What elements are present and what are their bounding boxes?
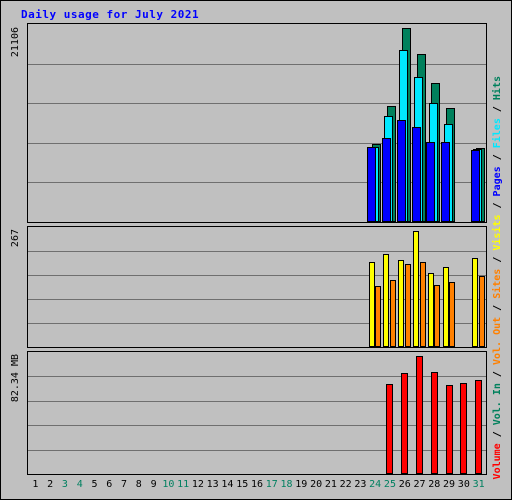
bar-pages-day-26 [397,120,406,222]
x-tick-day-14: 14 [221,479,234,490]
x-tick-day-17: 17 [265,479,278,490]
y-axis-label-visits: 267 [10,229,21,248]
x-tick-day-4: 4 [76,479,83,490]
bar-pages-day-28 [426,142,435,222]
x-tick-day-31: 31 [472,479,485,490]
legend-labels: Volume / Vol. In / Vol. Out / Sites / Vi… [492,76,503,479]
legend-item-visits: Visits [492,214,503,251]
x-tick-day-26: 26 [398,479,411,490]
x-tick-day-18: 18 [280,479,293,490]
legend-item-volume: Volume [492,442,503,479]
x-tick-day-12: 12 [191,479,204,490]
bar-sites-day-31 [479,276,485,347]
x-tick-day-21: 21 [324,479,337,490]
bar-sites-day-29 [449,282,455,347]
x-tick-day-19: 19 [295,479,308,490]
legend-item-sites: Sites [492,268,503,299]
y-axis-label-volume: 82.34 MB [10,354,21,403]
bar-visits-day-31 [472,258,478,347]
bar-visits-day-26 [398,260,404,347]
bar-sites-day-24 [375,286,381,347]
x-axis-day-ticks: 1 2 3 4 5 6 7 8 9 10 11 12 13 14 15 16 17 18 19 20 21 22 23 24 2… [27,477,487,497]
x-tick-day-2: 2 [47,479,54,490]
x-tick-day-20: 20 [310,479,323,490]
bar-volume-day-26 [401,373,408,474]
plot-area-volume [28,352,486,474]
x-tick-day-28: 28 [428,479,441,490]
legend-item-vol-out: Vol. Out [492,316,503,365]
x-tick-day-15: 15 [236,479,249,490]
bar-volume-day-29 [446,385,453,474]
legend-item-pages: Pages [492,165,503,196]
x-tick-day-25: 25 [383,479,396,490]
x-tick-day-16: 16 [250,479,264,490]
legend-separator: / [492,364,503,383]
bar-volume-day-30 [460,383,467,474]
legend-item-hits: Hits [492,75,503,100]
plot-area-visits [28,227,486,347]
bar-pages-day-27 [412,127,421,222]
bar-volume-day-31 [475,380,482,474]
plot-area-hits [28,24,486,222]
bar-sites-day-27 [420,262,426,347]
bar-pages-day-31 [471,150,480,222]
chart-panel-visits-sites [27,226,487,348]
page-title: Daily usage for July 2021 [21,8,200,21]
legend-separator: / [492,99,503,118]
chart-panel-volume [27,351,487,475]
bar-volume-day-28 [431,372,438,474]
x-tick-day-10: 10 [162,479,175,490]
x-tick-day-27: 27 [413,479,426,490]
legend-item-files: Files [492,117,503,148]
legend-item-vol-in: Vol. In [492,382,503,425]
x-tick-day-9: 9 [150,479,157,490]
legend-separator: / [492,250,503,269]
x-tick-day-30: 30 [457,479,470,490]
bar-sites-day-28 [434,285,440,347]
bar-pages-day-24 [367,147,376,222]
x-tick-day-7: 7 [121,479,128,490]
legend-separator: / [492,298,503,317]
chart-legend: Volume / Vol. In / Vol. Out / Sites / Vi… [489,19,509,479]
chart-frame: Daily usage for July 2021 21106 267 82.3… [0,0,512,500]
bar-volume-day-25 [386,384,393,474]
bar-pages-day-25 [382,138,391,222]
x-tick-day-3: 3 [61,479,68,490]
x-tick-day-22: 22 [339,479,352,490]
bar-volume-day-27 [416,356,423,474]
x-tick-day-8: 8 [135,479,142,490]
x-tick-day-13: 13 [206,479,219,490]
legend-separator: / [492,424,503,443]
x-tick-day-23: 23 [354,479,367,490]
chart-panel-hits-files-pages [27,23,487,223]
legend-separator: / [492,147,503,166]
x-tick-day-24: 24 [369,479,382,490]
x-tick-day-1: 1 [32,479,39,490]
y-axis-label-hits: 21106 [10,27,21,58]
bar-sites-day-26 [405,264,411,347]
x-tick-day-5: 5 [91,479,98,490]
bar-visits-day-27 [413,231,419,347]
bar-sites-day-25 [390,280,396,347]
x-tick-day-29: 29 [443,479,456,490]
bar-pages-day-29 [441,142,450,222]
x-tick-day-11: 11 [177,479,190,490]
x-tick-day-6: 6 [106,479,113,490]
legend-separator: / [492,196,503,215]
bar-visits-day-25 [383,254,389,347]
